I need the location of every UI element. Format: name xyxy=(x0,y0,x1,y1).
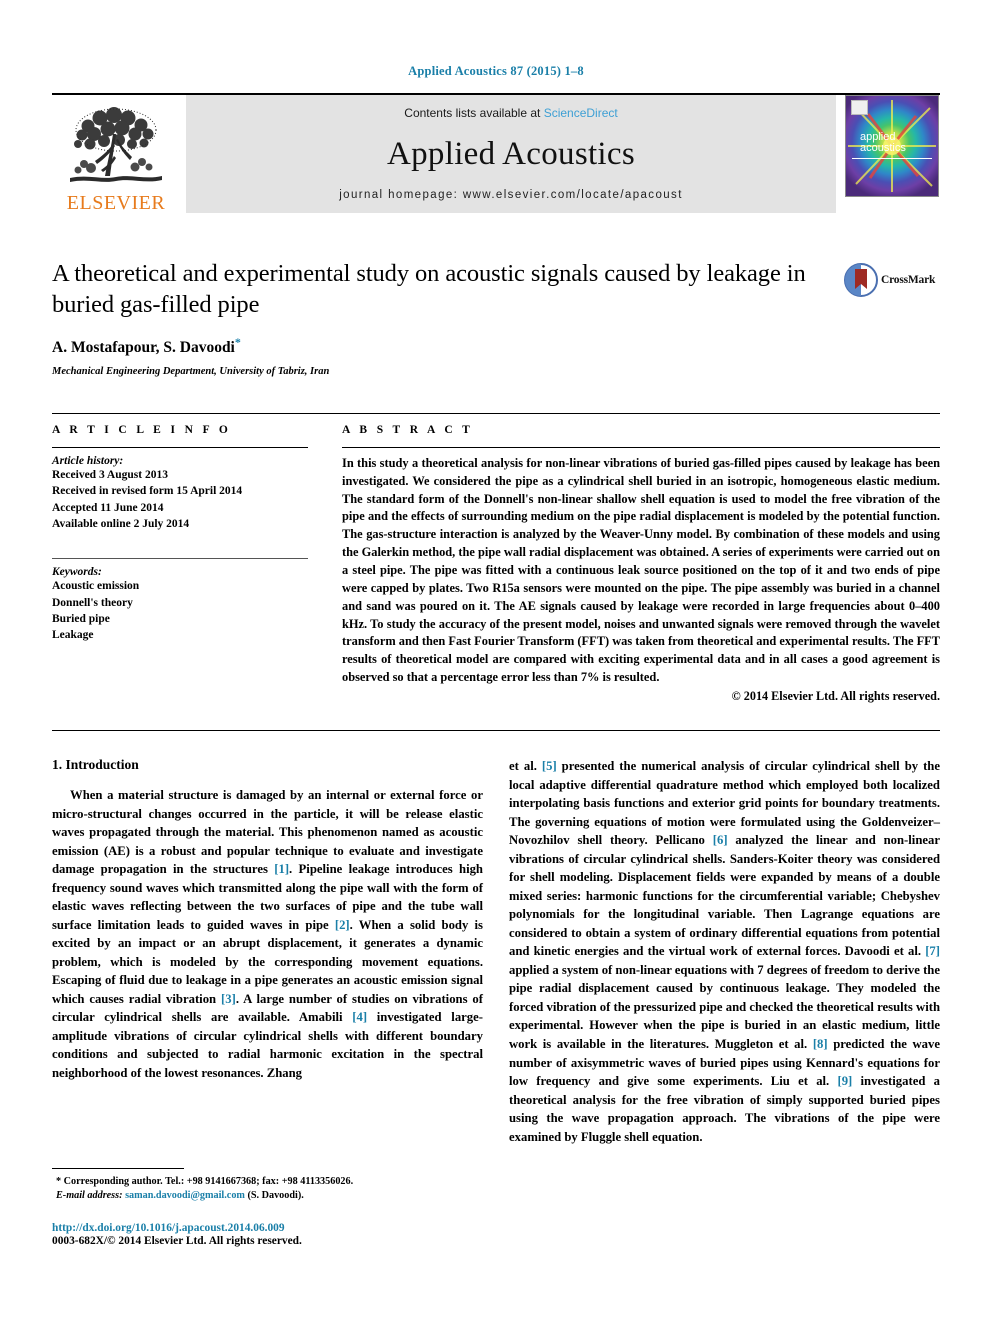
elsevier-logo: ELSEVIER xyxy=(52,95,180,213)
journal-band: Contents lists available at ScienceDirec… xyxy=(186,95,836,213)
body-column-right: et al. [5] presented the numerical analy… xyxy=(509,757,940,1146)
author-affiliation: Mechanical Engineering Department, Unive… xyxy=(52,365,330,377)
intro-text-seg: et al. xyxy=(509,759,542,774)
corresponding-author-footnote: * Corresponding author. Tel.: +98 914166… xyxy=(52,1175,497,1189)
intro-paragraph-left: When a material structure is damaged by … xyxy=(52,786,483,1083)
contents-prefix: Contents lists available at xyxy=(404,106,544,120)
citation-ref[interactable]: [1] xyxy=(274,862,289,876)
crossmark-icon xyxy=(844,263,878,297)
body-columns: 1. Introduction When a material structur… xyxy=(52,757,940,1146)
keywords-label: Keywords: xyxy=(52,566,102,579)
cover-divider xyxy=(852,158,932,159)
cover-title-text: applied acoustics xyxy=(860,132,906,154)
journal-title: Applied Acoustics xyxy=(387,136,635,172)
title-text-group: A theoretical and experimental study on … xyxy=(52,259,844,377)
journal-masthead: ELSEVIER Contents lists available at Sci… xyxy=(52,93,940,213)
citation-ref[interactable]: [6] xyxy=(713,833,728,847)
abstract-column: A B S T R A C T In this study a theoreti… xyxy=(342,424,940,704)
contents-available-line: Contents lists available at ScienceDirec… xyxy=(404,106,617,120)
doi-link[interactable]: http://dx.doi.org/10.1016/j.apacoust.201… xyxy=(52,1222,552,1234)
cover-publisher-badge xyxy=(851,100,868,115)
abstract-copyright: © 2014 Elsevier Ltd. All rights reserved… xyxy=(731,689,940,704)
keywords-block: Keywords: Acoustic emission Donnell's th… xyxy=(52,558,308,643)
email-link[interactable]: saman.davoodi@gmail.com xyxy=(125,1190,245,1201)
email-footnote: E-mail address: saman.davoodi@gmail.com … xyxy=(52,1189,497,1203)
citation-ref[interactable]: [8] xyxy=(813,1037,828,1051)
article-history-label: Article history: xyxy=(52,454,124,467)
body-top-divider xyxy=(52,730,940,732)
citation-ref[interactable]: [5] xyxy=(542,759,557,773)
citation-ref[interactable]: [3] xyxy=(221,992,236,1006)
footnote-divider xyxy=(52,1168,184,1169)
history-online: Available online 2 July 2014 xyxy=(52,517,190,530)
sciencedirect-link[interactable]: ScienceDirect xyxy=(544,106,618,120)
paper-page: Applied Acoustics 87 (2015) 1–8 ELSEVIER… xyxy=(0,0,992,1323)
body-column-left: 1. Introduction When a material structur… xyxy=(52,757,483,1146)
history-accepted: Accepted 11 June 2014 xyxy=(52,501,164,514)
article-info-column: A R T I C L E I N F O Article history: R… xyxy=(52,424,342,704)
info-abstract-section: A R T I C L E I N F O Article history: R… xyxy=(52,412,940,704)
elsevier-wordmark: ELSEVIER xyxy=(66,192,166,214)
keyword-item: Acoustic emission xyxy=(52,580,140,593)
email-owner: (S. Davoodi). xyxy=(247,1190,304,1202)
keyword-item: Leakage xyxy=(52,629,94,642)
citation-ref[interactable]: [9] xyxy=(837,1074,852,1088)
journal-homepage-link[interactable]: journal homepage: www.elsevier.com/locat… xyxy=(339,189,683,201)
keyword-item: Donnell's theory xyxy=(52,596,133,609)
title-block: A theoretical and experimental study on … xyxy=(52,259,940,377)
footnote-block: * Corresponding author. Tel.: +98 914166… xyxy=(52,1168,497,1204)
history-revised: Received in revised form 15 April 2014 xyxy=(52,485,243,498)
journal-cover-image: applied acoustics xyxy=(845,95,939,197)
crossmark-badge[interactable]: CrossMark xyxy=(844,259,940,297)
abstract-divider xyxy=(342,446,940,448)
elsevier-tree-icon xyxy=(64,104,168,192)
journal-cover-thumbnail: applied acoustics xyxy=(844,95,940,213)
article-info-heading: A R T I C L E I N F O xyxy=(52,423,232,436)
keyword-item: Buried pipe xyxy=(52,612,110,625)
corresponding-author-marker: * xyxy=(234,334,241,349)
citation-ref[interactable]: [7] xyxy=(925,944,940,958)
citation-ref[interactable]: [4] xyxy=(352,1010,367,1024)
abstract-text: In this study a theoretical analysis for… xyxy=(342,455,940,685)
history-received: Received 3 August 2013 xyxy=(52,468,168,481)
author-names: A. Mostafapour, S. Davoodi xyxy=(52,338,235,356)
email-label: E-mail address: xyxy=(56,1190,123,1202)
footnote-marker: * xyxy=(56,1176,62,1187)
author-list: A. Mostafapour, S. Davoodi* xyxy=(52,335,826,357)
intro-paragraph-right: et al. [5] presented the numerical analy… xyxy=(509,757,940,1146)
issn-copyright-line: 0003-682X/© 2014 Elsevier Ltd. All right… xyxy=(52,1235,302,1247)
running-head: Applied Acoustics 87 (2015) 1–8 xyxy=(408,64,584,78)
page-title: A theoretical and experimental study on … xyxy=(52,260,806,318)
section-heading-introduction: 1. Introduction xyxy=(52,757,139,773)
citation-ref[interactable]: [2] xyxy=(335,918,350,932)
footer-block: http://dx.doi.org/10.1016/j.apacoust.201… xyxy=(52,1222,552,1247)
abstract-heading: A B S T R A C T xyxy=(342,423,474,436)
article-info-divider xyxy=(52,446,308,448)
keywords-divider xyxy=(52,558,308,560)
intro-text-seg: analyzed the linear and non-linear vibra… xyxy=(509,833,940,959)
footnote-text: Corresponding author. Tel.: +98 91416673… xyxy=(63,1176,354,1187)
cover-title-line2: acoustics xyxy=(860,142,906,154)
crossmark-label: CrossMark xyxy=(881,274,936,286)
